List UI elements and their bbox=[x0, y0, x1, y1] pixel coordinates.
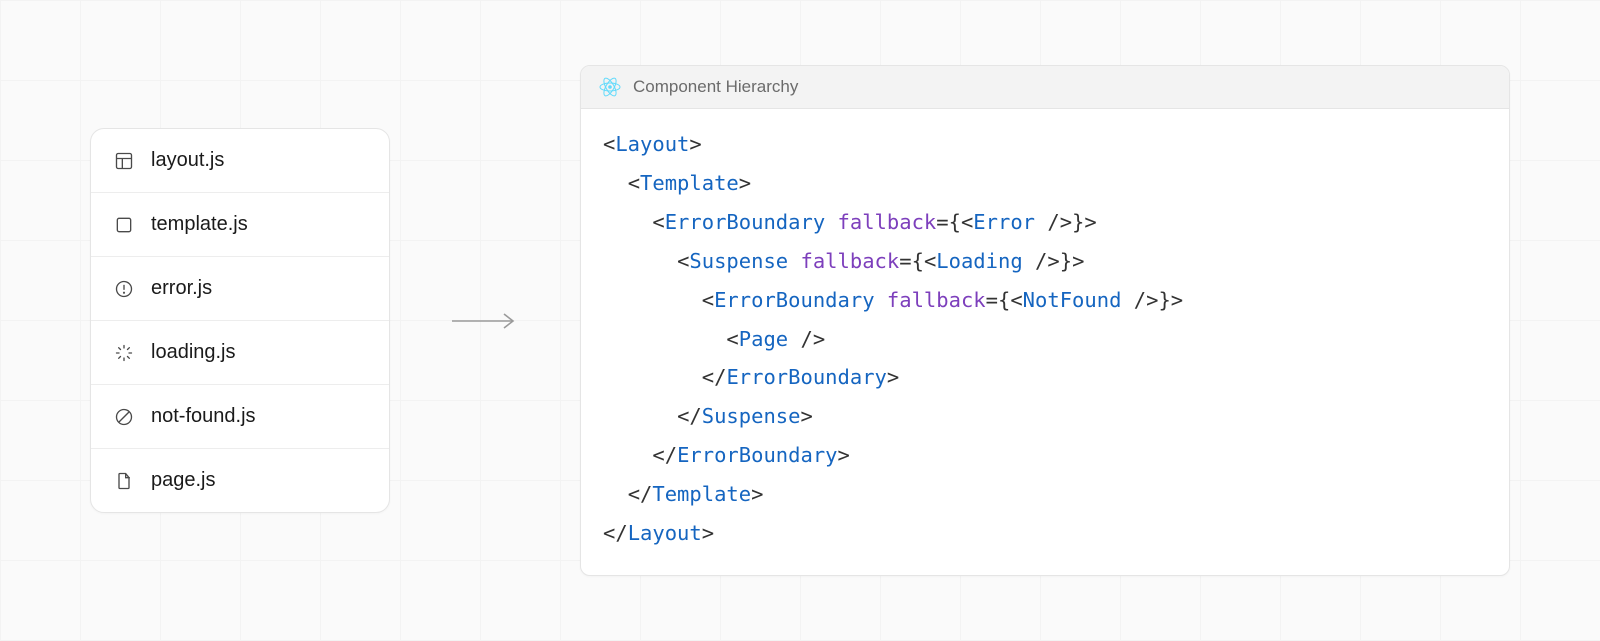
react-icon bbox=[599, 76, 621, 98]
component-hierarchy-panel: Component Hierarchy <Layout> <Template> … bbox=[580, 65, 1510, 576]
template-icon bbox=[113, 214, 135, 236]
code-body: <Layout> <Template> <ErrorBoundary fallb… bbox=[581, 109, 1509, 575]
file-label: page.js bbox=[151, 469, 216, 492]
file-item-template: template.js bbox=[91, 193, 389, 257]
file-label: layout.js bbox=[151, 149, 224, 172]
file-label: loading.js bbox=[151, 341, 236, 364]
notfound-icon bbox=[113, 406, 135, 428]
error-icon bbox=[113, 278, 135, 300]
file-list-panel: layout.js template.js error.js bbox=[90, 128, 390, 513]
file-item-not-found: not-found.js bbox=[91, 385, 389, 449]
code-panel-header: Component Hierarchy bbox=[581, 66, 1509, 109]
diagram-canvas: layout.js template.js error.js bbox=[90, 65, 1510, 576]
file-item-layout: layout.js bbox=[91, 129, 389, 193]
file-label: not-found.js bbox=[151, 405, 256, 428]
file-item-page: page.js bbox=[91, 449, 389, 512]
file-item-error: error.js bbox=[91, 257, 389, 321]
file-label: error.js bbox=[151, 277, 212, 300]
file-item-loading: loading.js bbox=[91, 321, 389, 385]
page-icon bbox=[113, 470, 135, 492]
code-panel-title: Component Hierarchy bbox=[633, 77, 798, 97]
file-label: template.js bbox=[151, 213, 248, 236]
loading-icon bbox=[113, 342, 135, 364]
layout-icon bbox=[113, 150, 135, 172]
arrow-right-icon bbox=[450, 309, 520, 333]
